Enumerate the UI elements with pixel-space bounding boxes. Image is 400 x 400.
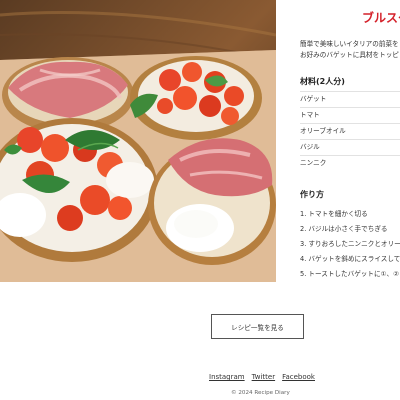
method-step: 4. バゲットを斜めにスライスして [300, 255, 400, 263]
instagram-link[interactable]: Instagram [209, 373, 245, 381]
recipe-list-button[interactable]: レシピ一覧を見る [211, 314, 304, 339]
description-line: 簡単で美味しいイタリアの前菜を [300, 40, 399, 48]
ingredient-item: トマト [300, 107, 400, 123]
recipe-panel: ブルスケ 簡単で美味しいイタリアの前菜を お好みのバゲットに具材をトッピ 材料(… [300, 0, 400, 290]
ingredient-item: ニンニク [300, 155, 400, 171]
ingredient-item: バゲット [300, 91, 400, 107]
recipe-title: ブルスケ [362, 11, 400, 25]
method-step: 3. すりおろしたニンニクとオリー [300, 240, 400, 248]
method-step: 2. バジルは小さく手でちぎる [300, 225, 388, 233]
facebook-link[interactable]: Facebook [282, 373, 315, 381]
ingredients-heading: 材料(2人分) [300, 77, 345, 86]
ingredient-item: オリーブオイル [300, 123, 400, 139]
method-steps: 1. トマトを細かく切る 2. バジルは小さく手でちぎる 3. すりおろしたニン… [300, 207, 400, 282]
twitter-link[interactable]: Twitter [252, 373, 275, 381]
method-step: 5. トーストしたバゲットに①、② [300, 270, 400, 278]
description-line: お好みのバゲットに具材をトッピ [300, 50, 399, 59]
copyright-text: © 2024 Recipe Diary [231, 390, 290, 396]
method-step: 1. トマトを細かく切る [300, 210, 368, 218]
ingredients-list: バゲット トマト オリーブオイル バジル ニンニク [300, 91, 400, 171]
method-heading: 作り方 [300, 190, 324, 199]
ingredient-item: バジル [300, 139, 400, 155]
recipe-photo [0, 0, 276, 282]
recipe-description: 簡単で美味しいイタリアの前菜を お好みのバゲットに具材をトッピ [300, 39, 399, 60]
social-links: Instagram Twitter Facebook [209, 373, 322, 381]
